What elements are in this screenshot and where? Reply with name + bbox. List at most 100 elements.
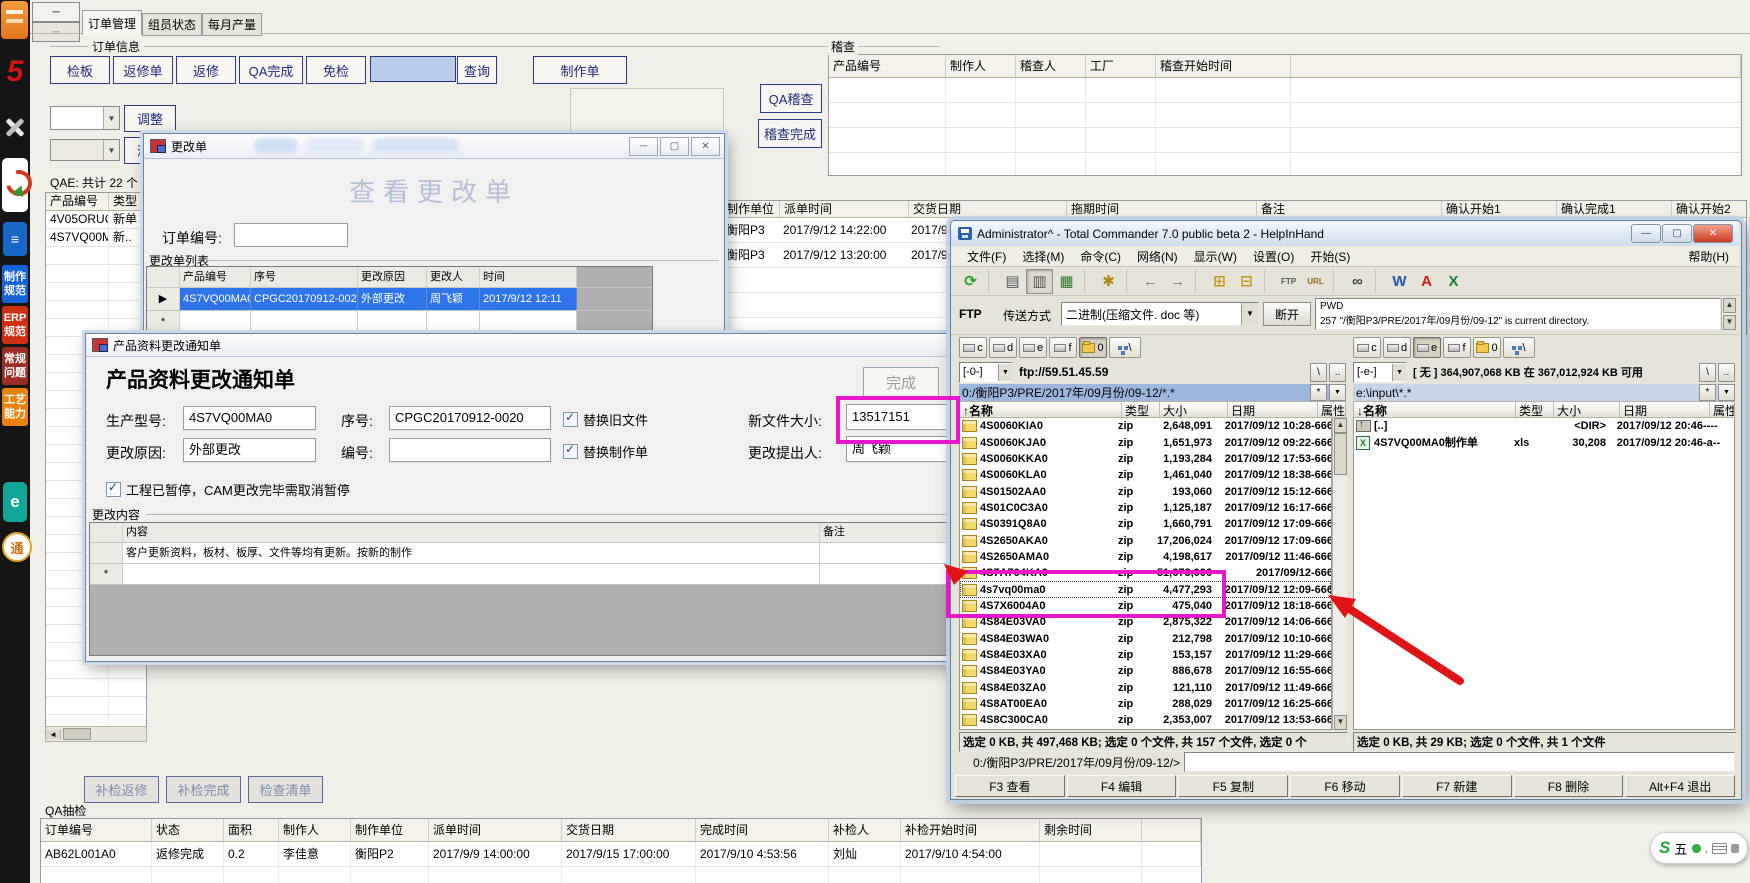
file-row[interactable]: 4S0391Q8A0 zip 1,660,791 2017/09/12 17:09 -6… bbox=[960, 516, 1331, 532]
minimize-icon[interactable]: ─ bbox=[629, 136, 658, 156]
scroll-left-icon[interactable]: ◄ bbox=[46, 729, 61, 739]
file-row[interactable]: 4S01502AA0 zip 193,060 2017/09/12 15:12 -666 bbox=[960, 483, 1331, 499]
drive-c-button[interactable]: c bbox=[959, 337, 987, 358]
order-no-input[interactable] bbox=[234, 223, 348, 247]
round-badge-icon[interactable]: 通 bbox=[2, 532, 32, 562]
column-header[interactable]: 更改人 bbox=[427, 267, 480, 287]
teal-app-icon[interactable]: e bbox=[3, 482, 27, 522]
ftp-response-scrollbar[interactable]: ▲ ▼ bbox=[1721, 298, 1736, 330]
qa-audit-button[interactable]: QA稽查 bbox=[760, 84, 822, 113]
qa-sampling-table[interactable]: 订单编号 状态 面积 制作人 制作单位 派单时间 交货日期 完成时间 补检人 补检开始时间 剩余时间… bbox=[40, 818, 1202, 883]
chevron-down-icon[interactable]: ▼ bbox=[998, 363, 1012, 381]
file-row[interactable]: 4S01C0C3A0 zip 1,125,187 2017/09/12 16:17 -6… bbox=[960, 500, 1331, 516]
column-header[interactable]: 稽查人 bbox=[1016, 55, 1086, 77]
menu-item-1[interactable]: 文件(F) bbox=[959, 248, 1014, 265]
sogou-logo-icon[interactable]: S bbox=[1659, 838, 1670, 858]
column-header[interactable]: 确认完成1 bbox=[1557, 201, 1672, 217]
command-line[interactable]: 0:/衡阳P3/PRE/2017年/09月份/09-12/> bbox=[959, 752, 1735, 772]
right-drive-combo[interactable]: [-e-] ▼ bbox=[1353, 361, 1407, 383]
serial-input[interactable]: CPGC20170912-0020 bbox=[389, 406, 551, 430]
table-row[interactable]: 4S7VQ00MA0新.. bbox=[46, 229, 146, 247]
history-button[interactable]: ▼ bbox=[1329, 384, 1346, 401]
file-row[interactable]: 4S8AT00EA0 zip 288,029 2017/09/12 16:25 -666 bbox=[960, 696, 1331, 712]
grid-row[interactable]: 客户更新资料，板材、板厚、文件等均有更新。按新的制作 bbox=[90, 543, 956, 564]
paused-checkbox[interactable]: 工程已暂停，CAM更改完毕需取消暂停 bbox=[106, 480, 350, 499]
blue-app-icon[interactable]: ≡ bbox=[3, 222, 27, 256]
file-row[interactable]: 4S2650AMA0 zip 4,198,617 2017/09/12 11:46 -6… bbox=[960, 549, 1331, 565]
left-file-scrollbar[interactable]: ▲ ▼ bbox=[1332, 418, 1347, 730]
refresh-icon[interactable]: ⟳ bbox=[957, 269, 984, 294]
column-header-date[interactable]: 日期 bbox=[1228, 402, 1318, 417]
column-header[interactable]: 类型 bbox=[109, 193, 146, 210]
drive-c-button[interactable]: c bbox=[1353, 337, 1381, 358]
drive-0-button[interactable]: 0 bbox=[1079, 337, 1107, 358]
fkey-button-4[interactable]: F6 移动 bbox=[1290, 775, 1400, 797]
table-row[interactable]: AB62L001A0 返修完成 0.2 李佳意 衡阳P2 2017/9/9 14:00:0… bbox=[41, 842, 1201, 867]
product-table-hscrollbar[interactable]: ◄ bbox=[45, 726, 147, 742]
file-row[interactable]: 4S84E03VA0 zip 2,875,322 2017/09/12 14:06 -6… bbox=[960, 614, 1331, 630]
column-header[interactable]: 派单时间 bbox=[780, 201, 909, 217]
replace-old-checkbox[interactable]: 替换旧文件 bbox=[563, 410, 648, 429]
dock-minimize-button[interactable]: ─ bbox=[32, 2, 80, 22]
file-row[interactable]: 4S84E03WA0 zip 212,798 2017/09/12 10:10 -666 bbox=[960, 630, 1331, 646]
filter-input[interactable] bbox=[370, 56, 456, 82]
order-button-4[interactable]: QA完成 bbox=[239, 56, 303, 84]
fkey-button-6[interactable]: F8 删除 bbox=[1513, 775, 1624, 797]
column-header-attr[interactable]: 属性 bbox=[1318, 402, 1345, 417]
right-file-list[interactable]: [..]<DIR>2017/09/12 20:46----X4S7VQ00MA0… bbox=[1353, 418, 1735, 730]
dispatch-combo[interactable]: ▼ bbox=[50, 139, 120, 161]
favorites-icon[interactable]: ✱ bbox=[1095, 269, 1122, 294]
search-icon[interactable]: ∞ bbox=[1344, 269, 1371, 294]
column-header[interactable]: 制作单位 bbox=[722, 201, 780, 217]
column-header[interactable]: 补检开始时间 bbox=[901, 819, 1040, 841]
column-header[interactable]: 更改原因 bbox=[358, 267, 427, 287]
column-header[interactable]: 订单编号 bbox=[41, 819, 152, 841]
file-row[interactable]: X 4S7VQ00MA0制作单 xls 30,208 2017/09/12 20:46-… bbox=[1354, 434, 1734, 450]
ime-bar[interactable]: S 五 , bbox=[1650, 832, 1748, 864]
column-header[interactable]: 面积 bbox=[224, 819, 279, 841]
close-icon[interactable]: ✕ bbox=[691, 136, 720, 156]
parent-dir-button[interactable]: .. bbox=[1718, 362, 1735, 382]
change-order-dialog-titlebar[interactable]: 更改单 ─ ▢ ✕ bbox=[144, 134, 724, 159]
column-header[interactable]: 产品编号 bbox=[180, 267, 251, 287]
root-dir-button[interactable]: \ bbox=[1699, 362, 1716, 382]
chevron-down-icon[interactable]: ▼ bbox=[1392, 363, 1406, 381]
drive-0-button[interactable]: 0 bbox=[1473, 337, 1501, 358]
grid-row-new[interactable]: * bbox=[90, 564, 956, 585]
fkey-button-2[interactable]: F4 编辑 bbox=[1066, 775, 1177, 797]
parent-dir-button[interactable]: .. bbox=[1329, 362, 1346, 382]
pdf-icon[interactable]: A bbox=[1413, 269, 1440, 294]
keyboard-icon[interactable] bbox=[1711, 842, 1727, 854]
network-button[interactable]: \ bbox=[1503, 337, 1535, 358]
word-icon[interactable]: W bbox=[1386, 269, 1413, 294]
drive-f-button[interactable]: f bbox=[1049, 337, 1077, 358]
tab-1[interactable]: 订单管理 bbox=[82, 10, 142, 35]
proposer-input[interactable]: 周飞颖 bbox=[846, 436, 957, 462]
column-header-date[interactable]: 日期 bbox=[1620, 402, 1710, 417]
table-row[interactable]: 4V05ORUQA0新单 bbox=[46, 211, 146, 229]
order-button-1[interactable]: 检板 bbox=[50, 56, 110, 84]
wildcard-button[interactable]: * bbox=[1310, 384, 1327, 401]
column-header[interactable]: 确认开始1 bbox=[1442, 201, 1557, 217]
left-column-headers[interactable]: ↑名称 类型 大小 日期 属性 bbox=[959, 401, 1346, 418]
column-header[interactable]: 时间 bbox=[480, 267, 577, 287]
left-file-list[interactable]: 4S0060KIA0 zip 2,648,091 2017/09/12 10:28 -6… bbox=[959, 418, 1332, 730]
history-button[interactable]: ▼ bbox=[1718, 384, 1735, 401]
column-header[interactable]: 剩余时间 bbox=[1040, 819, 1142, 841]
close-icon[interactable]: ✕ bbox=[1693, 224, 1733, 243]
column-header-name[interactable]: ↓名称 bbox=[1354, 402, 1516, 417]
file-row[interactable]: 4S84E03XA0 zip 153,157 2017/09/12 11:29 -666 bbox=[960, 647, 1331, 663]
make-sheet-button[interactable]: 制作单 bbox=[533, 56, 627, 84]
tab-2[interactable]: 组员状态 bbox=[142, 13, 202, 36]
column-header[interactable]: 稽查开始时间 bbox=[1156, 55, 1291, 77]
forward-icon[interactable]: → bbox=[1164, 269, 1191, 294]
menu-item-4[interactable]: 网络(N) bbox=[1129, 248, 1186, 265]
file-row[interactable]: 4S8C300CA0 zip 2,353,007 2017/09/12 13:53 -6… bbox=[960, 712, 1331, 728]
command-input[interactable] bbox=[1184, 752, 1735, 772]
network-button[interactable]: \ bbox=[1109, 337, 1141, 358]
column-header-size[interactable]: 大小 bbox=[1160, 402, 1228, 417]
audit-done-button[interactable]: 稽查完成 bbox=[758, 119, 822, 148]
column-header[interactable]: 产品编号 bbox=[46, 193, 109, 210]
drive-e-button[interactable]: e bbox=[1019, 337, 1047, 358]
file-row[interactable]: 4S84E03ZA0 zip 121,110 2017/09/12 11:49 -666 bbox=[960, 680, 1331, 696]
